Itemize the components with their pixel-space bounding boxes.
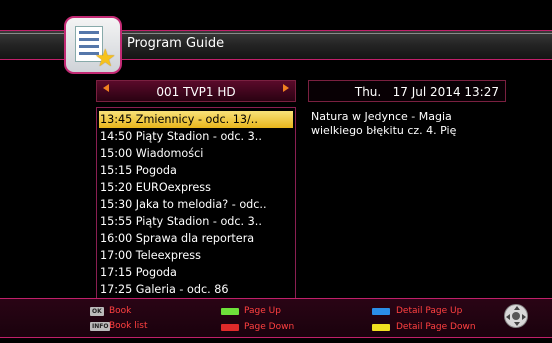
legend-page-down: Page Down <box>244 322 295 332</box>
legend-page-up: Page Up <box>244 306 281 316</box>
program-row[interactable]: 14:50 Piąty Stadion - odc. 3.. <box>99 128 293 145</box>
program-row[interactable]: 17:25 Galeria - odc. 86 <box>99 281 293 298</box>
program-detail: Natura w Jedynce - Magia wielkiego błęki… <box>311 110 457 137</box>
page-title: Program Guide <box>127 36 225 51</box>
program-row[interactable]: 17:00 Teleexpress <box>99 247 293 264</box>
program-row[interactable]: 15:20 EUROexpress <box>99 179 293 196</box>
ok-key-icon: OK <box>90 307 104 316</box>
red-key-icon <box>221 324 239 331</box>
program-row[interactable]: 15:55 Piąty Stadion - odc. 3.. <box>99 213 293 230</box>
green-key-icon <box>221 308 239 315</box>
program-row[interactable]: 15:15 Pogoda <box>99 162 293 179</box>
legend-book: Book <box>109 306 132 316</box>
program-row-selected[interactable]: 13:45 Zmiennicy - odc. 13/.. <box>99 111 293 128</box>
datetime-text: Thu. 17 Jul 2014 13:27 <box>354 85 499 99</box>
program-row[interactable]: 17:15 Pogoda <box>99 264 293 281</box>
program-guide-icon: ★ <box>64 16 122 74</box>
yellow-key-icon <box>372 324 390 331</box>
channel-selector[interactable]: 001 TVP1 HD <box>96 80 296 102</box>
program-list[interactable]: 13:45 Zmiennicy - odc. 13/.. 14:50 Piąty … <box>96 107 296 299</box>
arrow-right-icon[interactable] <box>283 84 289 92</box>
program-row[interactable]: 15:00 Wiadomości <box>99 145 293 162</box>
info-key-icon: INFO <box>90 322 111 331</box>
legend-book-list: Book list <box>109 321 148 331</box>
channel-label: 001 TVP1 HD <box>156 85 236 99</box>
blue-key-icon <box>372 308 390 315</box>
legend-detail-page-up: Detail Page Up <box>396 306 463 316</box>
navigation-pad-icon <box>504 304 528 328</box>
datetime-box: Thu. 17 Jul 2014 13:27 <box>308 80 506 102</box>
program-row[interactable]: 16:00 Sprawa dla reportera <box>99 230 293 247</box>
legend-detail-page-down: Detail Page Down <box>396 322 476 332</box>
program-row[interactable]: 15:30 Jaka to melodia? - odc.. <box>99 196 293 213</box>
